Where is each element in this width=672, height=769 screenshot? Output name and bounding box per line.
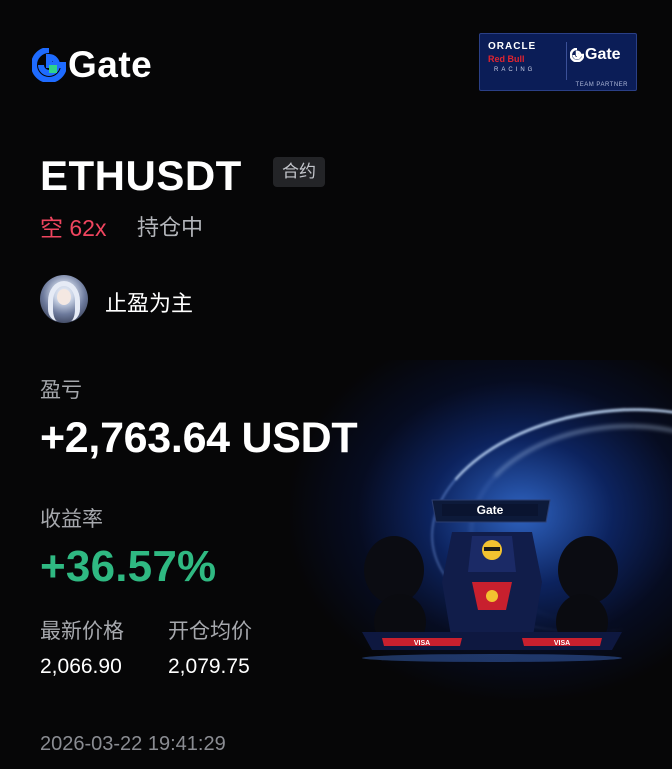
timestamp: 2026-03-22 19:41:29 <box>40 733 226 755</box>
partner-line-racing: RACING <box>494 67 536 73</box>
gate-logo-icon <box>32 48 66 82</box>
roi-label: 收益率 <box>40 508 103 531</box>
trading-pair: ETHUSDT <box>40 152 242 199</box>
roi-value: +36.57% <box>40 542 217 591</box>
svg-text:VISA: VISA <box>554 640 570 647</box>
f1-car-illustration: Gate VISA VISA <box>362 499 622 662</box>
position-status: 持仓中 <box>137 215 204 240</box>
entry-price-value: 2,079.75 <box>168 655 250 678</box>
pnl-label: 盈亏 <box>40 379 82 402</box>
position-side-leverage: 空 62x <box>40 215 107 241</box>
last-price-label: 最新价格 <box>40 620 124 643</box>
contract-type-tag: 合约 <box>273 157 325 187</box>
svg-text:VISA: VISA <box>414 640 430 647</box>
team-partner-badge: ORACLE Red Bull RACING Gate TEAM PARTNER <box>479 33 637 91</box>
partner-gate-logo: Gate <box>570 46 621 64</box>
svg-text:Gate: Gate <box>477 503 504 517</box>
partner-line-oracle: ORACLE <box>488 41 537 52</box>
gate-logo-icon <box>570 48 584 62</box>
partner-divider <box>566 42 567 80</box>
avatar-face <box>57 289 71 305</box>
pnl-value: +2,763.64 USDT <box>40 414 358 462</box>
trader-nickname: 止盈为主 <box>105 291 194 316</box>
entry-price-label: 开仓均价 <box>168 620 252 643</box>
avatar <box>40 275 88 323</box>
partner-footer: TEAM PARTNER <box>575 82 628 88</box>
last-price-value: 2,066.90 <box>40 655 122 678</box>
partner-brand-name: Gate <box>585 46 621 63</box>
partner-line-redbull: Red Bull <box>488 54 525 64</box>
share-card: Gate ORACLE Red Bull RACING Gate TEAM PA… <box>0 0 672 769</box>
brand-name: Gate <box>68 44 153 85</box>
gate-logo: Gate <box>32 44 152 86</box>
